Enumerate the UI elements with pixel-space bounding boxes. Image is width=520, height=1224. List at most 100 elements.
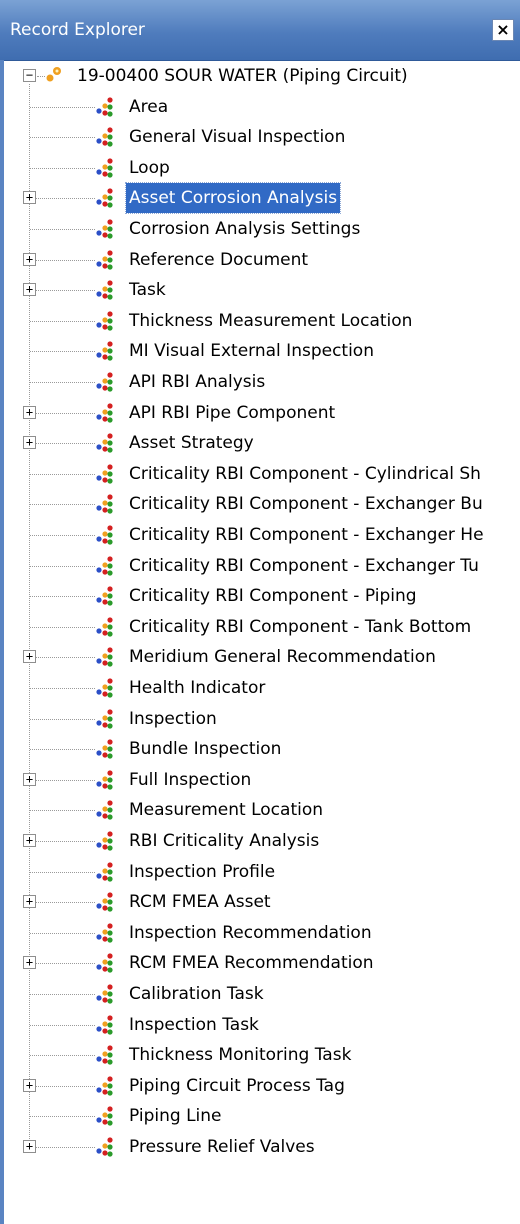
tree-node[interactable]: + Full Inspection: [0, 765, 520, 795]
expand-toggle[interactable]: +: [23, 834, 36, 847]
tree-node-label[interactable]: Loop: [126, 153, 173, 183]
close-button[interactable]: ×: [492, 19, 514, 41]
tree-node-label[interactable]: Inspection: [126, 704, 220, 734]
tree-node-label[interactable]: Reference Document: [126, 245, 311, 275]
tree-node-label[interactable]: Pressure Relief Valves: [126, 1132, 318, 1162]
tree-node-label[interactable]: Criticality RBI Component - Exchanger Bu: [126, 489, 486, 519]
tree-node-label[interactable]: Criticality RBI Component - Tank Bottom: [126, 612, 474, 642]
tree-node-label[interactable]: Asset Corrosion Analysis: [124, 182, 342, 215]
tree-node[interactable]: Corrosion Analysis Settings: [0, 214, 520, 244]
tree-node-label[interactable]: API RBI Analysis: [126, 367, 268, 397]
tree-node[interactable]: + API RBI Pipe Component: [0, 398, 520, 428]
tree-node-label[interactable]: Inspection Recommendation: [126, 918, 375, 948]
expand-toggle[interactable]: +: [23, 650, 36, 664]
tree-node[interactable]: + Task: [0, 275, 520, 305]
tree-node-label[interactable]: Piping Line: [126, 1101, 225, 1131]
tree-node[interactable]: Thickness Measurement Location: [0, 306, 520, 336]
expand-toggle[interactable]: +: [23, 895, 36, 909]
tree-node[interactable]: + Meridium General Recommendation: [0, 642, 520, 672]
expand-toggle[interactable]: +: [23, 283, 36, 297]
tree-node-label[interactable]: Task: [126, 275, 169, 305]
tree-node-label[interactable]: Bundle Inspection: [126, 734, 284, 764]
tree-node[interactable]: Bundle Inspection: [0, 734, 520, 764]
record-family-icon: [96, 372, 113, 392]
tree-node[interactable]: Criticality RBI Component - Exchanger Bu: [0, 489, 520, 519]
tree-node-label[interactable]: Criticality RBI Component - Exchanger He: [126, 520, 487, 550]
tree-node[interactable]: Criticality RBI Component - Piping: [0, 581, 520, 611]
tree-node[interactable]: API RBI Analysis: [0, 367, 520, 397]
tree-root-node[interactable]: − 19-00400 SOUR WATER (Piping Circuit): [0, 61, 520, 91]
tree-node-label[interactable]: Full Inspection: [126, 765, 254, 795]
tree-node[interactable]: Inspection Task: [0, 1010, 520, 1040]
record-family-icon: [96, 923, 113, 943]
tree-node[interactable]: Criticality RBI Component - Exchanger He: [0, 520, 520, 550]
expand-toggle[interactable]: +: [23, 436, 36, 450]
tree-node-label[interactable]: Calibration Task: [126, 979, 267, 1009]
tree-node[interactable]: MI Visual External Inspection: [0, 336, 520, 366]
tree-node[interactable]: Measurement Location: [0, 795, 520, 825]
tree-node[interactable]: + Asset Strategy: [0, 428, 520, 458]
tree-node-label[interactable]: Criticality RBI Component - Exchanger Tu: [126, 551, 482, 581]
tree-node[interactable]: + Reference Document: [0, 245, 520, 275]
tree-node-label[interactable]: Measurement Location: [126, 795, 326, 825]
tree-node[interactable]: + Pressure Relief Valves: [0, 1132, 520, 1162]
tree-node-label[interactable]: RBI Criticality Analysis: [126, 826, 322, 856]
tree-node-label[interactable]: MI Visual External Inspection: [126, 336, 377, 366]
tree-node-label[interactable]: Asset Strategy: [126, 428, 257, 458]
record-family-icon: [96, 953, 113, 973]
tree-node[interactable]: Inspection Recommendation: [0, 918, 520, 948]
tree-connector: [30, 412, 95, 414]
tree-node-label[interactable]: Criticality RBI Component - Cylindrical …: [126, 459, 484, 489]
tree-connector: [30, 1085, 95, 1087]
record-family-icon: [96, 188, 113, 208]
tree-node[interactable]: Inspection Profile: [0, 857, 520, 887]
tree-node-label[interactable]: Health Indicator: [126, 673, 268, 703]
tree-node-label[interactable]: Inspection Task: [126, 1010, 262, 1040]
tree-node-label[interactable]: Piping Circuit Process Tag: [126, 1071, 348, 1101]
tree-node[interactable]: Piping Line: [0, 1101, 520, 1131]
tree-node[interactable]: Area: [0, 92, 520, 122]
tree-connector: [30, 657, 95, 659]
tree-node[interactable]: Loop: [0, 153, 520, 183]
tree-node-label[interactable]: Thickness Measurement Location: [126, 306, 415, 336]
tree-node[interactable]: Inspection: [0, 704, 520, 734]
tree-node-label[interactable]: Meridium General Recommendation: [126, 642, 439, 672]
tree-node[interactable]: Criticality RBI Component - Cylindrical …: [0, 459, 520, 489]
expand-toggle[interactable]: +: [23, 191, 36, 205]
tree-node[interactable]: + Piping Circuit Process Tag: [0, 1071, 520, 1101]
expand-toggle[interactable]: +: [23, 772, 36, 786]
expand-toggle[interactable]: +: [23, 956, 36, 970]
record-family-icon: [96, 280, 113, 300]
record-family-icon: [96, 219, 113, 239]
expand-toggle[interactable]: +: [23, 405, 36, 419]
tree-node-label[interactable]: General Visual Inspection: [126, 122, 348, 152]
record-family-icon: [96, 158, 113, 178]
expand-toggle[interactable]: +: [23, 1140, 36, 1153]
tree-node-label[interactable]: Area: [126, 92, 171, 122]
tree-node[interactable]: General Visual Inspection: [0, 122, 520, 152]
tree-connector: [30, 290, 95, 292]
tree-node[interactable]: Health Indicator: [0, 673, 520, 703]
tree-node[interactable]: + RBI Criticality Analysis: [0, 826, 520, 856]
tree-node-label[interactable]: Corrosion Analysis Settings: [126, 214, 363, 244]
tree-node-label[interactable]: Inspection Profile: [126, 857, 278, 887]
collapse-toggle[interactable]: −: [23, 69, 36, 82]
record-family-icon: [96, 1106, 113, 1126]
tree-node[interactable]: + Asset Corrosion Analysis: [0, 182, 520, 215]
tree-node-label[interactable]: Thickness Monitoring Task: [126, 1040, 354, 1070]
expand-toggle[interactable]: +: [23, 1078, 36, 1092]
tree-node[interactable]: Criticality RBI Component - Exchanger Tu: [0, 551, 520, 581]
tree-connector: [30, 871, 95, 873]
tree-node[interactable]: Thickness Monitoring Task: [0, 1040, 520, 1070]
tree-node-label[interactable]: Criticality RBI Component - Piping: [126, 581, 420, 611]
tree-connector: [30, 779, 95, 781]
tree-root-label[interactable]: 19-00400 SOUR WATER (Piping Circuit): [74, 61, 411, 91]
tree-node[interactable]: Calibration Task: [0, 979, 520, 1009]
tree-node[interactable]: + RCM FMEA Recommendation: [0, 948, 520, 978]
tree-node[interactable]: Criticality RBI Component - Tank Bottom: [0, 612, 520, 642]
expand-toggle[interactable]: +: [23, 252, 36, 266]
tree-node[interactable]: + RCM FMEA Asset: [0, 887, 520, 917]
tree-node-label[interactable]: RCM FMEA Asset: [126, 887, 274, 917]
tree-node-label[interactable]: API RBI Pipe Component: [126, 398, 338, 428]
tree-node-label[interactable]: RCM FMEA Recommendation: [126, 948, 377, 978]
